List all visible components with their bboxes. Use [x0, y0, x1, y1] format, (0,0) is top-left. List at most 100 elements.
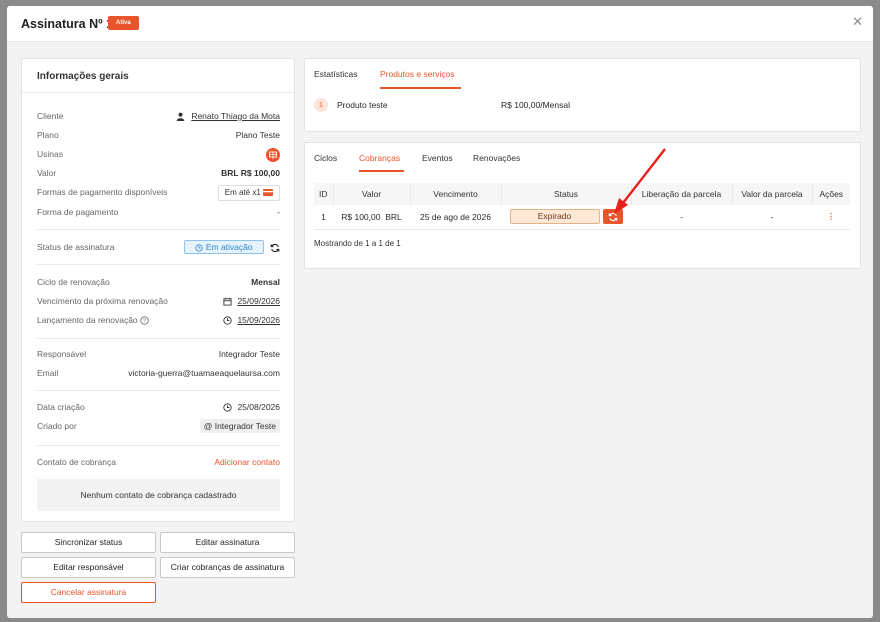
refresh-icon[interactable]	[270, 243, 280, 253]
ciclo-label: Ciclo de renovação	[37, 277, 110, 287]
general-info-header: Informações gerais	[22, 59, 294, 93]
plano-value: Plano Teste	[235, 130, 280, 140]
active-tab-indicator	[380, 87, 461, 89]
solar-panel-icon[interactable]	[266, 147, 280, 162]
general-info-title: Informações gerais	[37, 71, 129, 82]
vencimento-label: Vencimento da próxima renovação	[37, 296, 168, 306]
expired-badge: Expirado	[509, 209, 600, 225]
row-email: Email victoria-guerra@tuamaeaquelaursa.c…	[37, 365, 280, 381]
charges-table: ID Valor Vencimento Status Liberação da …	[314, 183, 850, 230]
formas-label: Formas de pagamento disponíveis	[37, 187, 168, 197]
formas-chip[interactable]: Em até x1	[217, 184, 280, 201]
status-pill: Em ativação	[184, 240, 264, 254]
row-valor: Valor BRL R$ 100,00	[37, 165, 280, 181]
clock-icon	[195, 244, 204, 252]
more-actions-icon[interactable]: ⋮	[827, 211, 836, 221]
edit-subscription-button[interactable]: Editar assinatura	[160, 532, 295, 553]
table-header: ID Valor Vencimento Status Liberação da …	[314, 183, 850, 205]
valor-value: BRL R$ 100,00	[221, 168, 280, 178]
col-acoes: Ações	[812, 183, 850, 205]
row-lancamento: Lançamento da renovação ? 15/09/2026	[37, 312, 280, 328]
forma-value: -	[277, 207, 280, 217]
clock-icon	[223, 403, 232, 412]
forma-label: Forma de pagamento	[37, 207, 119, 217]
email-value: victoria-guerra@tuamaeaquelaursa.com	[128, 368, 280, 378]
help-icon[interactable]: ?	[140, 316, 149, 325]
cell-id: 1	[314, 205, 333, 230]
tab-eventos[interactable]: Eventos	[422, 153, 453, 163]
modal-header: Assinatura Nº 1 Ativa ✕	[7, 6, 873, 42]
tab-ciclos[interactable]: Ciclos	[314, 153, 337, 163]
row-formas: Formas de pagamento disponíveis Em até x…	[37, 184, 280, 201]
plano-label: Plano	[37, 130, 59, 140]
cliente-value[interactable]: Renato Thiago da Mota	[176, 108, 280, 124]
divider	[37, 445, 280, 446]
col-vencimento: Vencimento	[410, 183, 502, 205]
user-icon	[176, 112, 185, 122]
row-plano: Plano Plano Teste	[37, 127, 280, 143]
tab-cobrancas[interactable]: Cobranças	[359, 153, 400, 163]
modal-title: Assinatura Nº 1	[21, 17, 114, 31]
formas-value: Em até x1	[224, 188, 261, 197]
add-contact-link[interactable]: Adicionar contato	[214, 454, 280, 470]
lancamento-date: 15/09/2026	[237, 315, 280, 325]
at-icon: @	[203, 421, 213, 431]
divider	[37, 264, 280, 265]
row-responsavel: Responsável Integrador Teste	[37, 346, 280, 362]
table-row: 1 R$ 100,00 BRL 25 de ago de 2026 Expira…	[314, 205, 850, 230]
products-card: Estatísticas Produtos e serviços 1 Produ…	[304, 58, 861, 132]
col-id: ID	[314, 183, 334, 205]
status-text: Em ativação	[205, 242, 253, 252]
data-criacao-value: 25/08/2026	[223, 399, 280, 415]
credit-card-icon	[263, 189, 273, 197]
row-vencimento: Vencimento da próxima renovação 25/09/20…	[37, 293, 280, 309]
vencimento-date: 25/09/2026	[237, 296, 280, 306]
email-label: Email	[37, 368, 59, 378]
lancamento-value: 15/09/2026	[223, 312, 280, 328]
lancamento-label: Lançamento da renovação ?	[37, 312, 149, 328]
charges-card: Ciclos Cobranças Eventos Renovações ID V…	[304, 142, 861, 269]
contato-label: Contato de cobrança	[37, 457, 116, 467]
cancel-subscription-button[interactable]: Cancelar assinatura	[21, 582, 156, 603]
divider	[37, 390, 280, 391]
col-valor-parcela: Valor da parcela	[732, 183, 813, 205]
edit-responsible-button[interactable]: Editar responsável	[21, 557, 156, 578]
usinas-label: Usinas	[37, 149, 63, 159]
clock-icon	[223, 316, 232, 325]
annotation-arrow-icon	[614, 148, 666, 214]
close-icon[interactable]: ✕	[852, 14, 863, 30]
calendar-icon	[223, 297, 232, 306]
status-label: Status de assinatura	[37, 242, 115, 252]
cliente-link[interactable]: Renato Thiago da Mota	[191, 111, 280, 121]
row-cliente: Cliente Renato Thiago da Mota	[37, 108, 280, 124]
criado-por-label: Criado por	[37, 421, 77, 431]
ciclo-value: Mensal	[251, 277, 280, 287]
sync-status-button[interactable]: Sincronizar status	[21, 532, 156, 553]
data-criacao-label: Data criação	[37, 402, 85, 412]
data-criacao-date: 25/08/2026	[237, 402, 280, 412]
col-valor: Valor	[333, 183, 411, 205]
row-status: Status de assinatura Em ativação	[37, 239, 280, 255]
responsavel-label: Responsável	[37, 349, 87, 359]
vencimento-value: 25/09/2026	[223, 293, 280, 309]
pagination-info: Mostrando de 1 a 1 de 1	[314, 239, 401, 248]
row-contato: Contato de cobrança Adicionar contato	[37, 454, 280, 470]
cell-valor-parcela: -	[732, 205, 812, 230]
active-tab-indicator	[359, 170, 404, 172]
general-info-card: Informações gerais Cliente Renato Thiago…	[21, 58, 295, 522]
cliente-label: Cliente	[37, 111, 64, 121]
divider	[37, 338, 280, 339]
tab-estatisticas[interactable]: Estatísticas	[314, 69, 357, 79]
product-price: R$ 100,00/Mensal	[501, 100, 570, 110]
item-number: 1	[314, 98, 328, 112]
tab-renovacoes[interactable]: Renovações	[473, 153, 520, 163]
usinas-value[interactable]	[266, 146, 280, 162]
create-charges-button[interactable]: Criar cobranças de assinatura	[160, 557, 295, 578]
status-value: Em ativação	[184, 239, 280, 255]
row-ciclo: Ciclo de renovação Mensal	[37, 274, 280, 290]
no-contact-box: Nenhum contato de cobrança cadastrado	[37, 479, 280, 511]
subscription-modal: Assinatura Nº 1 Ativa ✕ Informações gera…	[7, 6, 873, 618]
status-badge: Ativa	[108, 16, 139, 30]
product-name: Produto teste	[337, 100, 388, 110]
tab-produtos[interactable]: Produtos e serviços	[380, 69, 455, 79]
